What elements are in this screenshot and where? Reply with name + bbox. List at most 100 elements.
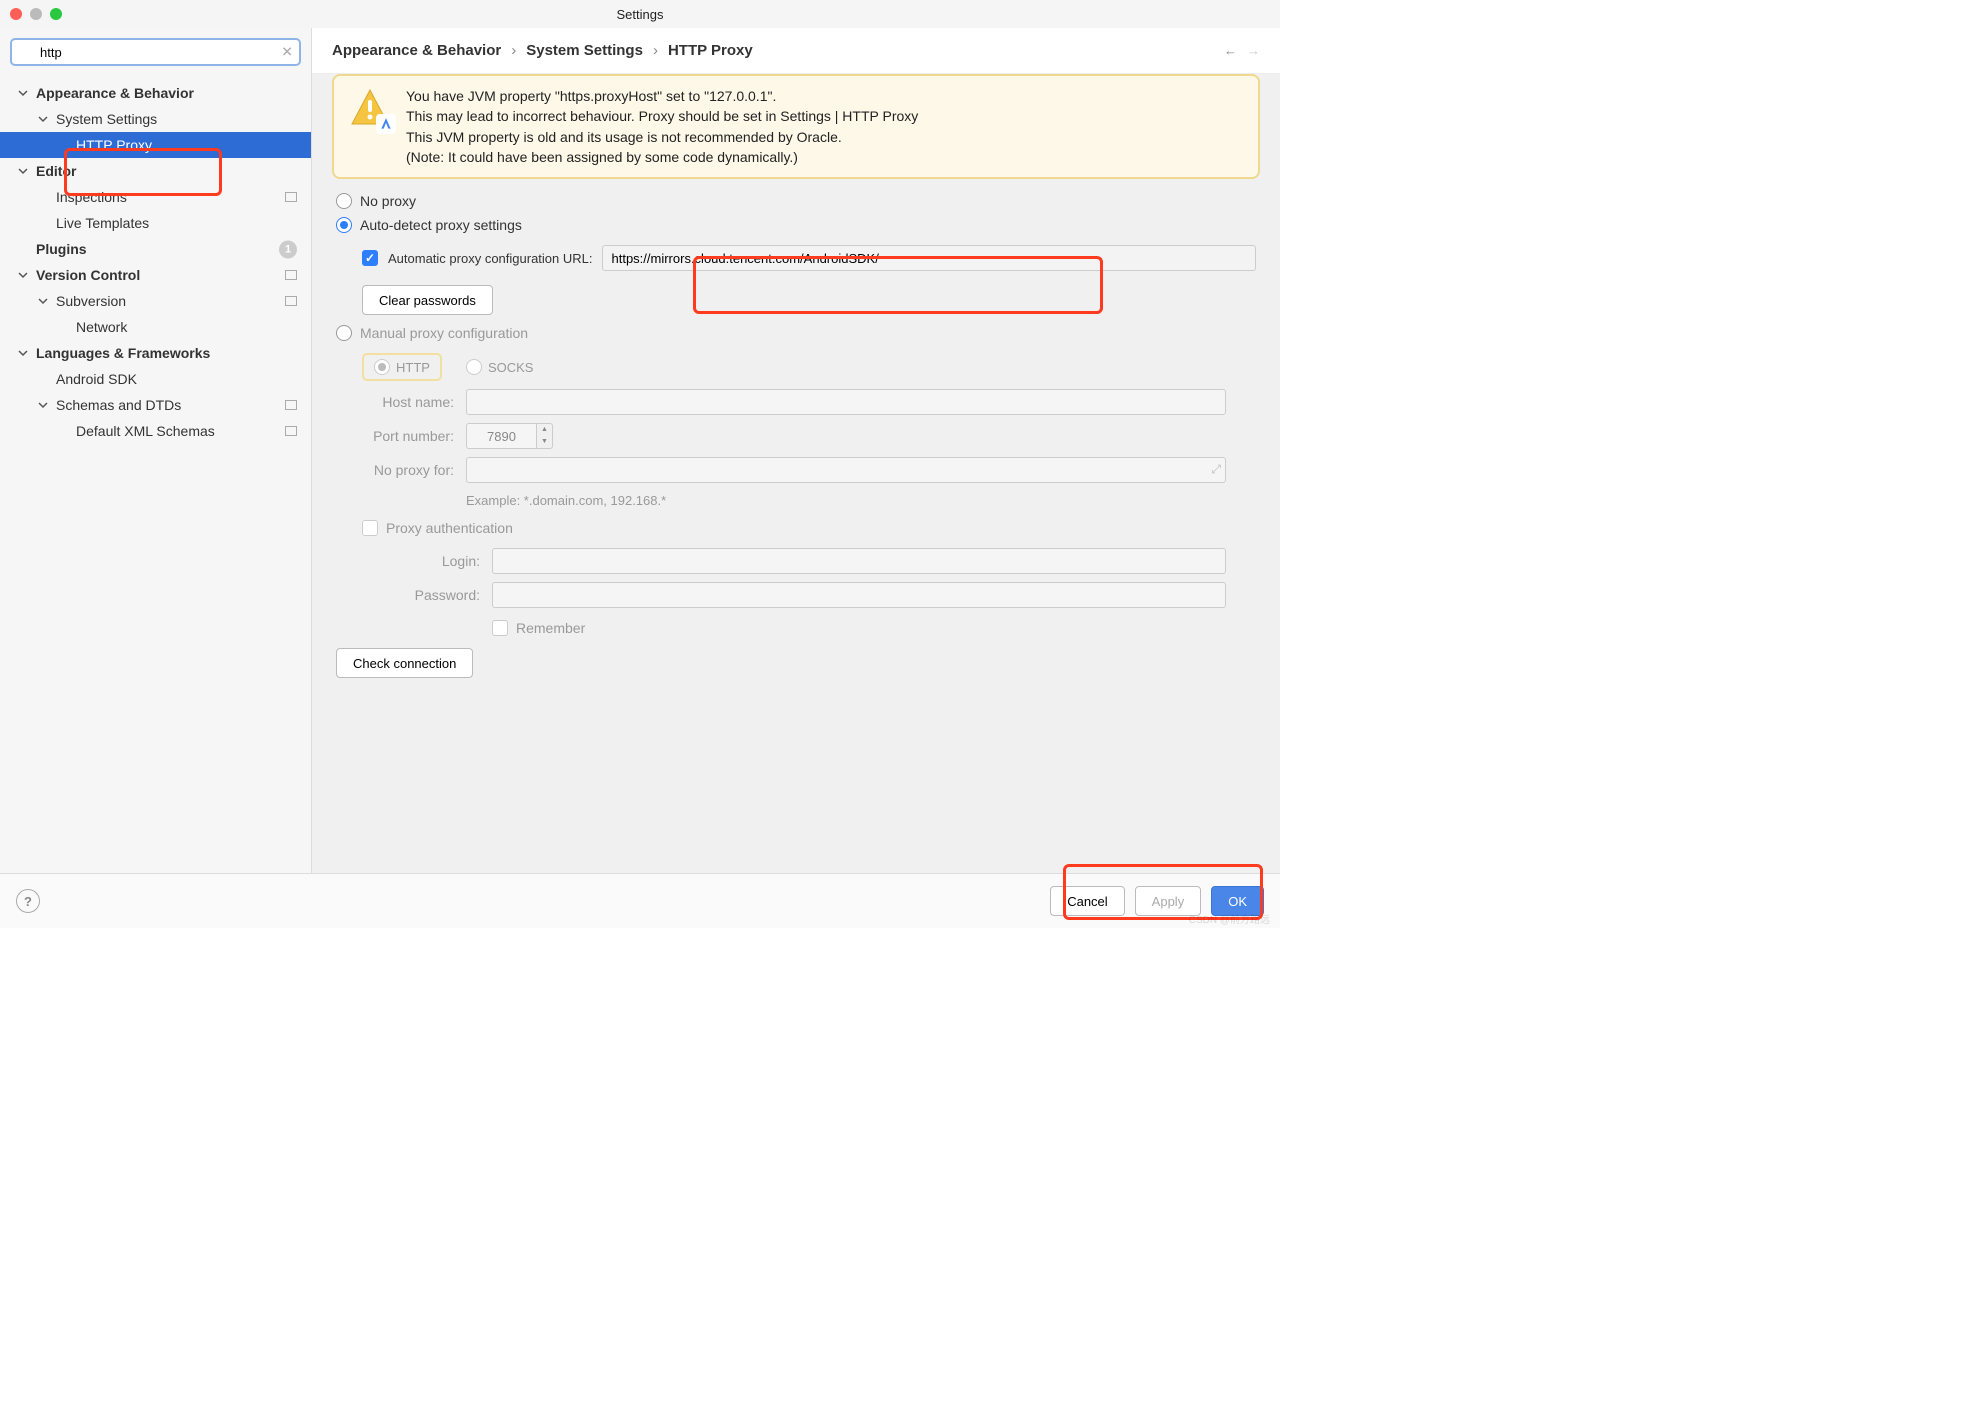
host-input (466, 389, 1226, 415)
close-window-icon[interactable] (10, 8, 22, 20)
sidebar-item-label: Android SDK (56, 371, 137, 387)
sidebar-item-live-templates[interactable]: Live Templates (0, 210, 311, 236)
sidebar-item-label: Languages & Frameworks (36, 345, 210, 361)
breadcrumb-segment[interactable]: System Settings (526, 42, 643, 59)
expand-icon: ⤢ (1211, 462, 1221, 477)
password-input (492, 582, 1226, 608)
android-studio-icon (376, 114, 396, 134)
titlebar: Settings (0, 0, 1280, 28)
nav-back-icon[interactable]: ← (1224, 43, 1237, 58)
sidebar-item-label: HTTP Proxy (76, 137, 152, 153)
sidebar-item-schemas-dtds[interactable]: Schemas and DTDs (0, 392, 311, 418)
sidebar-item-default-xml-schemas[interactable]: Default XML Schemas (0, 418, 311, 444)
sidebar-item-subversion[interactable]: Subversion (0, 288, 311, 314)
sidebar-item-editor[interactable]: Editor (0, 158, 311, 184)
module-indicator-icon (285, 423, 297, 439)
cancel-button[interactable]: Cancel (1050, 886, 1124, 916)
sidebar-item-languages-frameworks[interactable]: Languages & Frameworks (0, 340, 311, 366)
login-label: Login: (362, 553, 492, 569)
radio-icon (336, 217, 352, 233)
search-input[interactable] (10, 38, 301, 66)
breadcrumb-separator-icon: › (511, 42, 516, 59)
sidebar-item-label: Network (76, 319, 127, 335)
window-title: Settings (617, 7, 664, 22)
sidebar-item-android-sdk[interactable]: Android SDK (0, 366, 311, 392)
proxy-auth-checkbox (362, 520, 378, 536)
port-label: Port number: (336, 428, 466, 444)
maximize-window-icon[interactable] (50, 8, 62, 20)
warning-icon (348, 86, 392, 130)
module-indicator-icon (285, 293, 297, 309)
remember-checkbox-row: Remember (492, 616, 1256, 640)
main-panel: Appearance & Behavior › System Settings … (312, 28, 1280, 873)
traffic-lights (10, 8, 62, 20)
proxy-auth-checkbox-row: Proxy authentication (362, 516, 1256, 540)
radio-manual[interactable]: Manual proxy configuration (336, 321, 1256, 345)
noproxy-input: ⤢ (466, 457, 1226, 483)
auto-config-url-row: Automatic proxy configuration URL: (362, 245, 1256, 271)
proxy-auth-label: Proxy authentication (386, 520, 513, 536)
sidebar-item-plugins[interactable]: Plugins 1 (0, 236, 311, 262)
sidebar-item-appearance-behavior[interactable]: Appearance & Behavior (0, 80, 311, 106)
radio-label: Auto-detect proxy settings (360, 217, 522, 233)
breadcrumb: Appearance & Behavior › System Settings … (332, 42, 1224, 59)
radio-socks-protocol[interactable]: SOCKS (466, 353, 534, 381)
spinner-down-icon: ▼ (537, 436, 552, 448)
host-label: Host name: (336, 394, 466, 410)
chevron-down-icon (18, 348, 32, 358)
sidebar-item-inspections[interactable]: Inspections (0, 184, 311, 210)
chevron-down-icon (38, 114, 52, 124)
chevron-down-icon (18, 88, 32, 98)
spinner-up-icon: ▲ (537, 424, 552, 436)
help-button[interactable]: ? (16, 889, 40, 913)
radio-auto-detect[interactable]: Auto-detect proxy settings (336, 213, 1256, 237)
radio-icon (336, 193, 352, 209)
sidebar-item-label: Inspections (56, 189, 127, 205)
sidebar-item-system-settings[interactable]: System Settings (0, 106, 311, 132)
dialog-footer: ? Cancel Apply OK (0, 873, 1280, 928)
sidebar-item-label: Plugins (36, 241, 87, 257)
radio-label: No proxy (360, 193, 416, 209)
chevron-down-icon (18, 166, 32, 176)
warning-text: You have JVM property "https.proxyHost" … (406, 86, 918, 167)
sidebar-item-label: Appearance & Behavior (36, 85, 194, 101)
module-indicator-icon (285, 397, 297, 413)
clear-passwords-button[interactable]: Clear passwords (362, 285, 493, 315)
remember-label: Remember (516, 620, 585, 636)
breadcrumb-segment[interactable]: Appearance & Behavior (332, 42, 501, 59)
nav-forward-icon: → (1247, 43, 1260, 58)
radio-no-proxy[interactable]: No proxy (336, 189, 1256, 213)
sidebar-item-network[interactable]: Network (0, 314, 311, 340)
sidebar-item-label: Version Control (36, 267, 140, 283)
sidebar-item-label: Editor (36, 163, 76, 179)
radio-http-protocol[interactable]: HTTP (362, 353, 442, 381)
noproxy-example: Example: *.domain.com, 192.168.* (466, 491, 1256, 516)
chevron-down-icon (38, 400, 52, 410)
radio-label: Manual proxy configuration (360, 325, 528, 341)
clear-search-icon[interactable]: ✕ (281, 44, 293, 61)
auto-url-label: Automatic proxy configuration URL: (388, 251, 592, 266)
breadcrumb-segment: HTTP Proxy (668, 42, 753, 59)
breadcrumb-separator-icon: › (653, 42, 658, 59)
remember-checkbox (492, 620, 508, 636)
sidebar-item-label: Live Templates (56, 215, 149, 231)
sidebar-item-label: Subversion (56, 293, 126, 309)
auto-url-input[interactable] (602, 245, 1256, 271)
login-input (492, 548, 1226, 574)
warning-banner: You have JVM property "https.proxyHost" … (332, 74, 1260, 179)
plugins-count-badge: 1 (279, 241, 297, 259)
sidebar-item-http-proxy[interactable]: HTTP Proxy (0, 132, 311, 158)
radio-label: HTTP (396, 360, 430, 375)
settings-sidebar: ✕ Appearance & Behavior System Settings … (0, 28, 312, 873)
settings-tree: Appearance & Behavior System Settings HT… (0, 76, 311, 873)
sidebar-item-version-control[interactable]: Version Control (0, 262, 311, 288)
sidebar-item-label: Schemas and DTDs (56, 397, 181, 413)
watermark: CSDN @前方路远 (1189, 911, 1270, 926)
nav-arrows: ← → (1224, 43, 1260, 58)
minimize-window-icon[interactable] (30, 8, 42, 20)
sidebar-item-label: System Settings (56, 111, 157, 127)
main-header: Appearance & Behavior › System Settings … (312, 28, 1280, 74)
check-connection-button[interactable]: Check connection (336, 648, 473, 678)
auto-url-checkbox[interactable] (362, 250, 378, 266)
chevron-down-icon (18, 270, 32, 280)
